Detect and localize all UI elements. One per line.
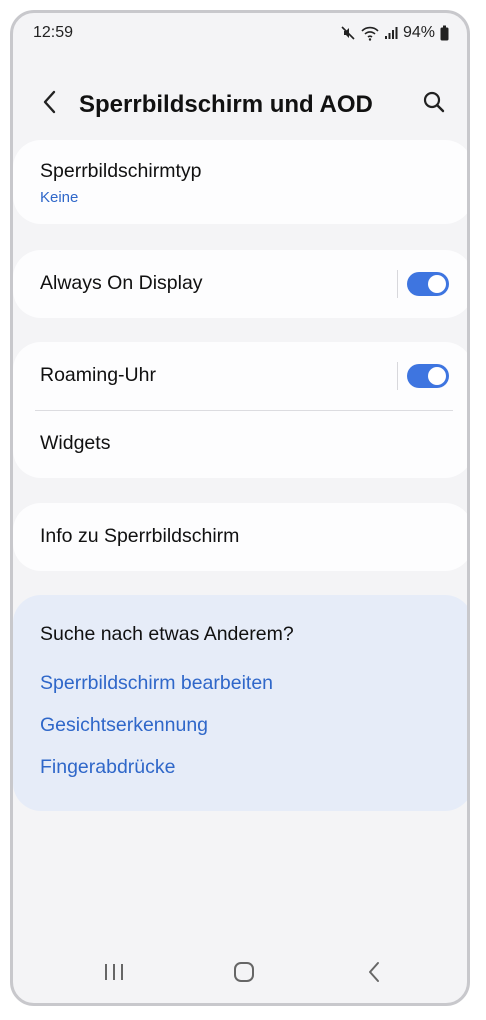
search-button[interactable] (419, 89, 449, 119)
suggestion-link-face-recognition[interactable]: Gesichtserkennung (40, 714, 208, 737)
divider (397, 270, 398, 298)
back-icon (367, 961, 381, 988)
aod-item[interactable]: Always On Display (13, 250, 467, 318)
page-title: Sperrbildschirm und AOD (79, 91, 373, 118)
mute-icon (340, 25, 356, 41)
roaming-clock-item[interactable]: Roaming-Uhr (13, 342, 467, 410)
aod-toggle[interactable] (407, 272, 449, 296)
roaming-clock-toggle[interactable] (407, 364, 449, 388)
about-card: Info zu Sperrbildschirm (13, 503, 467, 571)
about-lockscreen-item[interactable]: Info zu Sperrbildschirm (13, 503, 467, 571)
aod-title: Always On Display (40, 272, 203, 294)
status-time: 12:59 (33, 24, 74, 41)
status-bar: 12:59 94% (13, 13, 467, 53)
widgets-title: Widgets (40, 432, 111, 454)
suggestion-link-edit-lockscreen[interactable]: Sperrbildschirm bearbeiten (40, 672, 273, 695)
search-icon (423, 91, 445, 118)
suggestions-card: Suche nach etwas Anderem? Sperrbildschir… (13, 595, 467, 811)
suggestions-title: Suche nach etwas Anderem? (40, 623, 294, 645)
toggle-knob (428, 275, 446, 293)
toggle-knob (428, 367, 446, 385)
app-bar: Sperrbildschirm und AOD (13, 79, 467, 129)
lockscreen-type-card: Sperrbildschirmtyp Keine (13, 140, 467, 224)
aod-card: Always On Display (13, 250, 467, 318)
home-button[interactable] (229, 959, 259, 989)
lockscreen-type-title: Sperrbildschirmtyp (40, 160, 202, 182)
wifi-icon (361, 25, 379, 41)
back-button[interactable] (35, 89, 65, 119)
clock-widgets-card: Roaming-Uhr Widgets (13, 342, 467, 478)
status-icons: 94% (340, 24, 449, 42)
roaming-clock-title: Roaming-Uhr (40, 364, 156, 386)
phone-screen: 12:59 94% Sperrbildschirm und AOD Sperrb… (10, 10, 470, 1006)
divider (397, 362, 398, 390)
battery-icon (440, 25, 449, 41)
signal-icon (384, 26, 398, 40)
home-icon (233, 961, 255, 988)
chevron-left-icon (42, 90, 58, 119)
nav-back-button[interactable] (359, 959, 389, 989)
lockscreen-type-item[interactable]: Sperrbildschirmtyp Keine (13, 140, 467, 224)
lockscreen-type-value: Keine (40, 189, 79, 206)
battery-label: 94% (402, 24, 435, 41)
widgets-item[interactable]: Widgets (13, 410, 467, 478)
recents-icon (103, 962, 125, 987)
recents-button[interactable] (99, 959, 129, 989)
suggestion-link-fingerprints[interactable]: Fingerabdrücke (40, 756, 176, 779)
about-lockscreen-title: Info zu Sperrbildschirm (40, 525, 240, 547)
navigation-bar (13, 947, 467, 1003)
